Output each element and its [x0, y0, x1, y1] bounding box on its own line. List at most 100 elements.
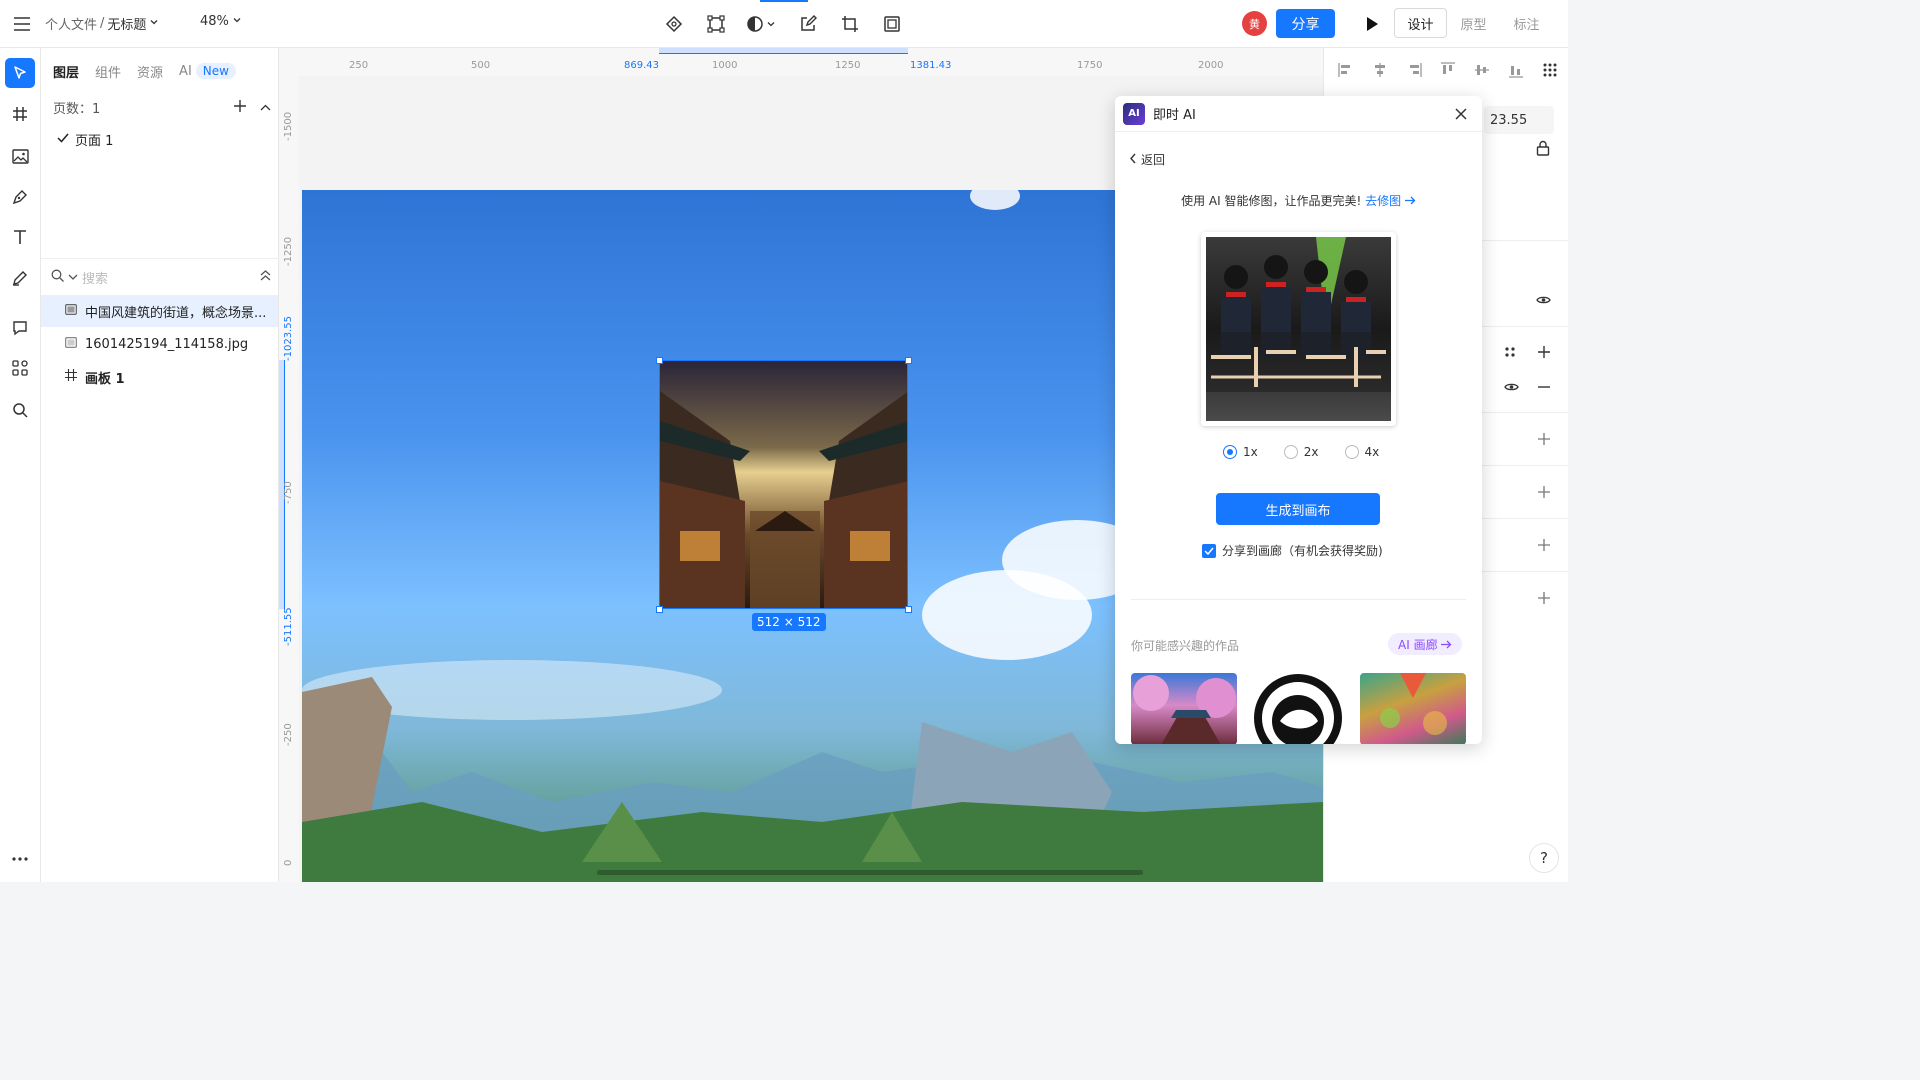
ruler-horizontal: 250 500 869.43 1000 1250 1381.43 1750 20… [279, 48, 1323, 76]
more-icon[interactable] [5, 844, 35, 874]
resize-handle[interactable] [656, 357, 663, 364]
generate-to-canvas-button[interactable]: 生成到画布 [1216, 493, 1380, 525]
horizontal-scrollbar[interactable] [597, 870, 1143, 875]
transform-icon[interactable] [702, 10, 730, 38]
frame-icon[interactable] [878, 10, 906, 38]
layer-search[interactable]: 搜索 [51, 268, 271, 287]
align-toolbar [1336, 60, 1560, 80]
layer-name: 画板 1 [85, 371, 125, 387]
move-tool-icon[interactable] [5, 58, 35, 88]
add-fill-icon[interactable] [1538, 346, 1550, 362]
tab-prototype[interactable]: 原型 [1447, 8, 1500, 38]
pencil-tool-icon[interactable] [5, 263, 35, 293]
ai-gallery-button[interactable]: AI 画廊 [1388, 633, 1462, 655]
tab-assets[interactable]: 资源 [137, 62, 163, 81]
resize-handle[interactable] [656, 606, 663, 613]
align-center-h-icon[interactable] [1370, 60, 1390, 80]
edit-image-icon[interactable] [794, 10, 822, 38]
dialog-title: 即时 AI [1153, 108, 1196, 123]
add-export-icon[interactable] [1538, 539, 1550, 555]
layer-row[interactable]: 画板 1 [41, 361, 278, 393]
collapse-all-icon[interactable] [260, 270, 271, 285]
plugins-icon[interactable] [5, 353, 35, 383]
scale-option-2x[interactable]: 2x [1283, 445, 1319, 459]
play-icon[interactable] [1360, 12, 1384, 36]
position-y-field[interactable]: 23.55 [1484, 106, 1554, 134]
add-section-icon[interactable] [1538, 592, 1550, 608]
gallery-thumbnail[interactable] [1360, 673, 1466, 744]
checkbox-checked-icon [1202, 543, 1216, 558]
tab-ai[interactable]: AI New [179, 63, 236, 79]
tab-annotate[interactable]: 标注 [1500, 8, 1553, 38]
align-top-icon[interactable] [1438, 60, 1458, 80]
tab-design[interactable]: 设计 [1394, 8, 1447, 38]
selected-image-layer[interactable] [659, 360, 908, 609]
share-button[interactable]: 分享 [1276, 9, 1335, 38]
ai-gallery-label: AI 画廊 [1398, 637, 1438, 652]
chevron-left-icon [1129, 153, 1137, 167]
add-page-icon[interactable] [234, 99, 246, 116]
collapse-pages-icon[interactable] [260, 100, 271, 115]
chevron-down-icon[interactable] [68, 270, 78, 285]
pen-tool-icon[interactable] [5, 182, 35, 212]
ruler-vertical: -1500 -1250 -1023.55 -750 -511.55 -250 0 [279, 76, 299, 882]
chevron-down-icon [232, 14, 242, 29]
resize-handle[interactable] [905, 606, 912, 613]
chevron-down-icon[interactable] [149, 16, 159, 31]
gallery-thumbnail[interactable] [1245, 673, 1351, 744]
crop-icon[interactable] [836, 10, 864, 38]
lock-icon[interactable] [1536, 140, 1550, 160]
preview-image [1206, 237, 1391, 421]
add-effect-icon[interactable] [1538, 486, 1550, 502]
align-right-icon[interactable] [1404, 60, 1424, 80]
page-name: 页面 1 [75, 134, 114, 149]
remove-fill-icon[interactable] [1538, 381, 1550, 397]
go-retouch-link[interactable]: 去修图 [1365, 194, 1416, 208]
ai-logo-icon: AI [1123, 102, 1145, 125]
page-item[interactable]: 页面 1 [57, 130, 113, 149]
tab-ai-label: AI [179, 64, 192, 79]
tab-components[interactable]: 组件 [95, 62, 121, 81]
ruler-tick: 1750 [1077, 60, 1103, 71]
scale-option-4x[interactable]: 4x [1344, 445, 1379, 459]
layers-panel: 图层 组件 资源 AI New 页数：1 页面 1 搜索 中国风建筑的街道，概念场… [41, 48, 279, 882]
file-name[interactable]: 无标题 [107, 14, 146, 33]
ruler-tick: 0 [283, 859, 294, 866]
component-icon[interactable] [660, 10, 688, 38]
align-middle-v-icon[interactable] [1472, 60, 1492, 80]
gallery-thumbnail[interactable] [1131, 673, 1237, 744]
frame-tool-icon[interactable] [5, 99, 35, 129]
scale-options: 1x 2x 4x [1223, 445, 1379, 459]
zoom-dropdown[interactable]: 48% [200, 14, 242, 29]
scale-option-1x[interactable]: 1x [1223, 445, 1258, 459]
help-button[interactable]: ? [1529, 843, 1559, 873]
image-layer-icon [65, 303, 77, 319]
style-grid-icon[interactable] [1504, 346, 1516, 362]
resize-handle[interactable] [905, 357, 912, 364]
eye-icon[interactable] [1536, 294, 1551, 309]
close-icon[interactable] [1450, 103, 1472, 125]
user-avatar[interactable]: 黄 [1242, 11, 1267, 36]
comment-tool-icon[interactable] [5, 313, 35, 343]
text-tool-icon[interactable] [5, 222, 35, 252]
layer-row[interactable]: 1601425194_114158.jpg [41, 328, 278, 360]
search-input[interactable]: 搜索 [82, 268, 256, 287]
scale-label: 1x [1243, 445, 1258, 459]
panel-tabs: 图层 组件 资源 AI New [53, 62, 236, 81]
align-left-icon[interactable] [1336, 60, 1356, 80]
tab-layers[interactable]: 图层 [53, 62, 79, 81]
share-to-gallery-checkbox[interactable]: 分享到画廊（有机会获得奖励) [1202, 542, 1383, 559]
image-tool-icon[interactable] [5, 141, 35, 171]
search-tool-icon[interactable] [5, 395, 35, 425]
mask-dropdown-icon[interactable] [744, 10, 780, 38]
ai-result-preview[interactable] [1201, 232, 1396, 426]
layer-row[interactable]: 中国风建筑的街道，概念场景... [41, 295, 278, 327]
breadcrumb-folder[interactable]: 个人文件 [45, 14, 97, 33]
ruler-tick: -250 [283, 723, 294, 746]
align-bottom-icon[interactable] [1506, 60, 1526, 80]
eye-icon[interactable] [1504, 381, 1519, 396]
distribute-grid-icon[interactable] [1540, 60, 1560, 80]
add-stroke-icon[interactable] [1538, 433, 1550, 449]
back-button[interactable]: 返回 [1129, 151, 1165, 168]
menu-icon[interactable] [10, 12, 34, 36]
